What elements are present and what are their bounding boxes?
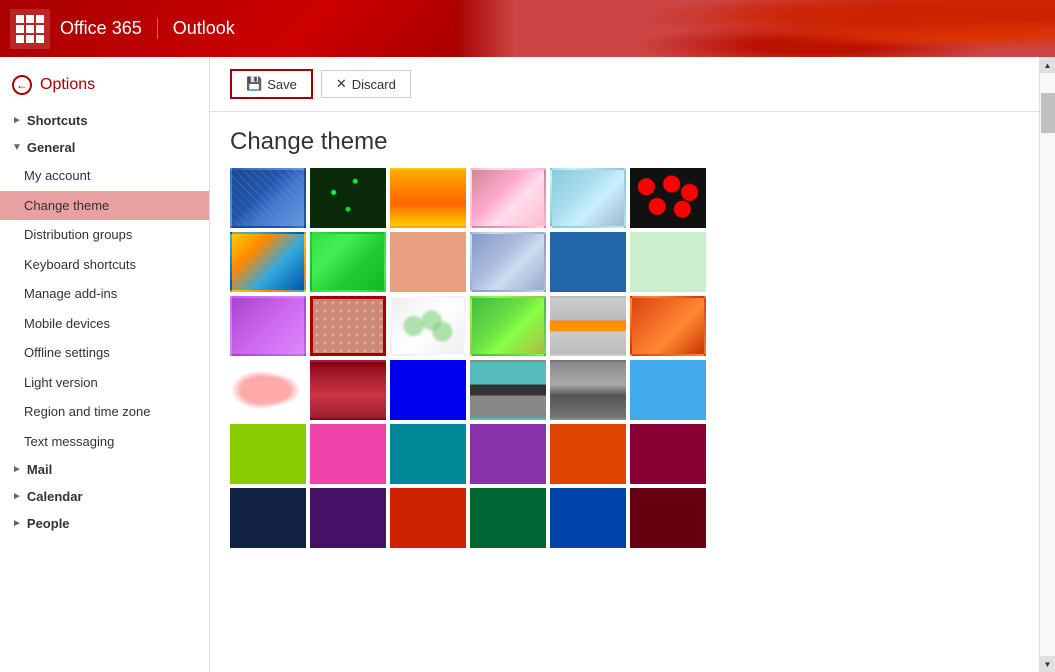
people-expand-icon: ► <box>12 518 22 529</box>
theme-swatch-18[interactable] <box>630 296 706 356</box>
theme-swatch-13[interactable] <box>230 296 306 356</box>
theme-swatch-17[interactable] <box>550 296 626 356</box>
sidebar-section-people[interactable]: ► People <box>0 510 209 537</box>
theme-swatch-21[interactable] <box>390 360 466 420</box>
calendar-label: Calendar <box>27 489 83 504</box>
sidebar-item-mobile-devices[interactable]: Mobile devices <box>0 309 209 339</box>
calendar-expand-icon: ► <box>12 491 22 502</box>
discard-icon: ✕ <box>336 76 347 92</box>
sidebar-section-general[interactable]: ▼ General <box>0 134 209 161</box>
general-label: General <box>27 140 75 155</box>
theme-swatch-1[interactable] <box>230 168 306 228</box>
theme-swatch-36[interactable] <box>630 488 706 548</box>
theme-swatch-19[interactable] <box>230 360 306 420</box>
scroll-up-button[interactable]: ▲ <box>1040 57 1055 73</box>
topbar-decoration <box>455 0 1055 57</box>
theme-swatch-15[interactable] <box>390 296 466 356</box>
content-area: 💾 Save ✕ Discard Change theme <box>210 57 1039 672</box>
scroll-track[interactable] <box>1040 73 1055 656</box>
collapse-icon: ► <box>12 115 22 126</box>
scroll-thumb[interactable] <box>1041 93 1055 133</box>
sidebar-section-shortcuts[interactable]: ► Shortcuts <box>0 107 209 134</box>
mail-label: Mail <box>27 462 52 477</box>
theme-swatch-25[interactable] <box>230 424 306 484</box>
theme-swatch-26[interactable] <box>310 424 386 484</box>
back-icon[interactable]: ← <box>12 75 32 95</box>
waffle-grid <box>16 15 44 43</box>
sidebar-section-calendar[interactable]: ► Calendar <box>0 483 209 510</box>
theme-swatch-29[interactable] <box>550 424 626 484</box>
theme-swatch-14[interactable] <box>310 296 386 356</box>
theme-swatch-34[interactable] <box>470 488 546 548</box>
theme-swatch-5[interactable] <box>550 168 626 228</box>
sidebar-item-region-time-zone[interactable]: Region and time zone <box>0 397 209 427</box>
options-header[interactable]: ← Options <box>0 67 209 107</box>
topbar: Office 365 Outlook <box>0 0 1055 57</box>
save-label: Save <box>267 77 297 92</box>
theme-swatch-23[interactable] <box>550 360 626 420</box>
theme-swatch-9[interactable] <box>390 232 466 292</box>
theme-swatch-6[interactable] <box>630 168 706 228</box>
sidebar-section-mail[interactable]: ► Mail <box>0 456 209 483</box>
people-label: People <box>27 516 70 531</box>
scrollbar[interactable]: ▲ ▼ <box>1039 57 1055 672</box>
scroll-down-button[interactable]: ▼ <box>1040 656 1055 672</box>
theme-swatch-32[interactable] <box>310 488 386 548</box>
theme-swatch-24[interactable] <box>630 360 706 420</box>
theme-swatch-31[interactable] <box>230 488 306 548</box>
theme-swatch-10[interactable] <box>470 232 546 292</box>
waffle-icon[interactable] <box>10 9 50 49</box>
discard-label: Discard <box>352 77 396 92</box>
theme-swatch-27[interactable] <box>390 424 466 484</box>
options-label: Options <box>40 76 95 94</box>
page-title: Change theme <box>210 112 1039 168</box>
expand-icon: ▼ <box>12 142 22 153</box>
theme-swatch-4[interactable] <box>470 168 546 228</box>
save-arrow-annotation <box>260 57 340 62</box>
theme-swatch-3[interactable] <box>390 168 466 228</box>
theme-swatch-33[interactable] <box>390 488 466 548</box>
save-icon: 💾 <box>246 76 262 92</box>
sidebar-item-manage-add-ins[interactable]: Manage add-ins <box>0 279 209 309</box>
mail-expand-icon: ► <box>12 464 22 475</box>
sidebar-item-distribution-groups[interactable]: Distribution groups <box>0 220 209 250</box>
theme-grid <box>210 168 1039 568</box>
theme-swatch-7[interactable] <box>230 232 306 292</box>
sidebar-item-my-account[interactable]: My account <box>0 161 209 191</box>
theme-swatch-11[interactable] <box>550 232 626 292</box>
theme-swatch-20[interactable] <box>310 360 386 420</box>
theme-swatch-8[interactable] <box>310 232 386 292</box>
outlook-label[interactable]: Outlook <box>173 18 235 39</box>
theme-swatch-30[interactable] <box>630 424 706 484</box>
sidebar-item-keyboard-shortcuts[interactable]: Keyboard shortcuts <box>0 250 209 280</box>
sidebar-item-light-version[interactable]: Light version <box>0 368 209 398</box>
theme-swatch-12[interactable] <box>630 232 706 292</box>
theme-swatch-35[interactable] <box>550 488 626 548</box>
theme-swatch-16[interactable] <box>470 296 546 356</box>
sidebar-item-offline-settings[interactable]: Offline settings <box>0 338 209 368</box>
theme-swatch-22[interactable] <box>470 360 546 420</box>
save-button[interactable]: 💾 Save <box>230 69 313 99</box>
main-area: ← Options ► Shortcuts ▼ General My accou… <box>0 57 1055 672</box>
sidebar-item-change-theme[interactable]: Change theme <box>0 191 209 221</box>
sidebar-item-text-messaging[interactable]: Text messaging <box>0 427 209 457</box>
discard-button[interactable]: ✕ Discard <box>321 70 411 98</box>
theme-swatch-28[interactable] <box>470 424 546 484</box>
shortcuts-label: Shortcuts <box>27 113 88 128</box>
office365-label[interactable]: Office 365 <box>60 18 158 39</box>
toolbar: 💾 Save ✕ Discard <box>210 57 1039 112</box>
theme-swatch-2[interactable] <box>310 168 386 228</box>
sidebar: ← Options ► Shortcuts ▼ General My accou… <box>0 57 210 672</box>
